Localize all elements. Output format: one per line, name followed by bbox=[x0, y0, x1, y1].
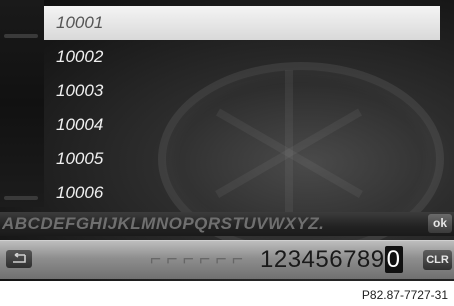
list-item[interactable]: 10002 bbox=[44, 40, 440, 74]
list-item[interactable]: 10005 bbox=[44, 142, 440, 176]
navigation-screen: 10001 10002 10003 10004 10005 10006 ABCD… bbox=[0, 0, 454, 281]
clear-button[interactable]: CLR bbox=[423, 250, 452, 270]
letter-keyboard-row: ABCDEFGHIJKLMNOPQRSTUVWXYZ. ok bbox=[0, 212, 454, 236]
list-item[interactable]: 10001 bbox=[44, 6, 440, 40]
letter-keys[interactable]: ABCDEFGHIJKLMNOPQRSTUVWXYZ. bbox=[2, 214, 422, 234]
digit-keys[interactable]: 1234567890 bbox=[260, 246, 403, 274]
ok-button[interactable]: ok bbox=[428, 214, 452, 233]
disabled-characters: ⌐ ⌐ ⌐ ⌐ ⌐ ⌐ bbox=[150, 249, 243, 270]
selected-digit-key[interactable]: 0 bbox=[384, 246, 403, 273]
list-item[interactable]: 10004 bbox=[44, 108, 440, 142]
list-item[interactable]: 10006 bbox=[44, 176, 440, 210]
figure-code: P82.87-7727-31 bbox=[361, 288, 448, 302]
digit-keys-unselected[interactable]: 123456789 bbox=[260, 246, 385, 273]
back-button[interactable] bbox=[6, 250, 32, 268]
scroll-strip[interactable] bbox=[0, 0, 44, 207]
scroll-strip-line bbox=[4, 34, 38, 38]
list-item[interactable]: 10003 bbox=[44, 74, 440, 108]
scroll-strip-line bbox=[4, 196, 38, 200]
digit-keyboard-row: ⌐ ⌐ ⌐ ⌐ ⌐ ⌐ 1234567890 CLR bbox=[0, 240, 454, 279]
back-arrow-icon bbox=[13, 253, 26, 263]
zip-code-list: 10001 10002 10003 10004 10005 10006 bbox=[44, 6, 440, 210]
